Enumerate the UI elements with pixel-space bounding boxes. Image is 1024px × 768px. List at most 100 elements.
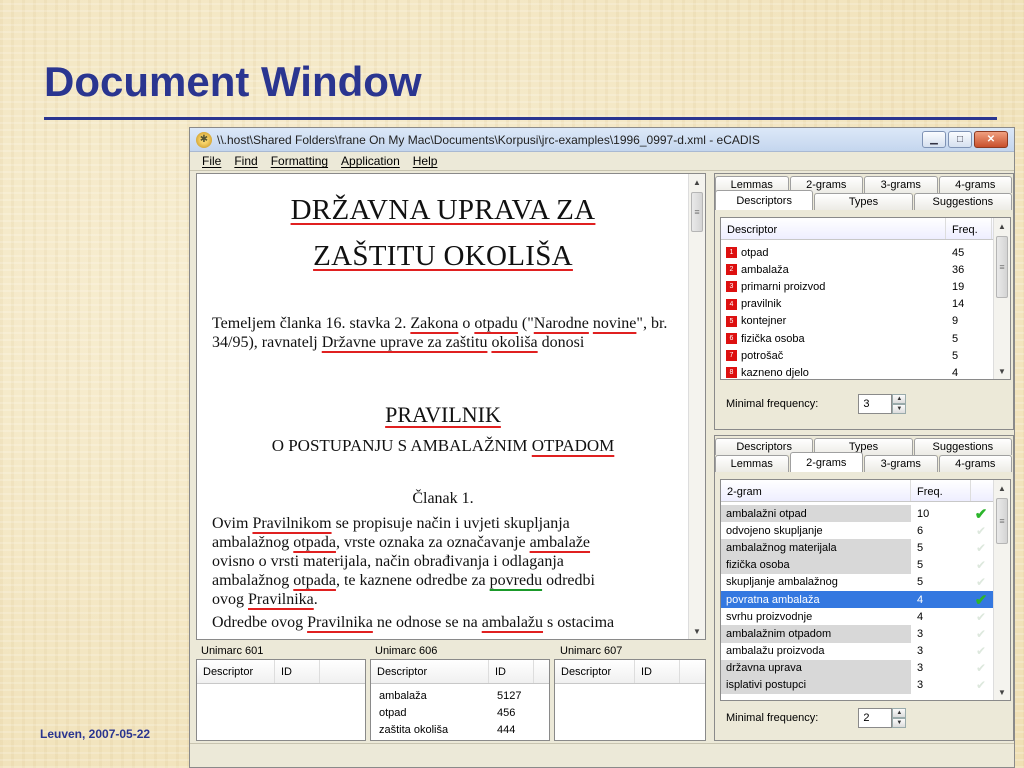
bottom-minfreq-spinner[interactable]: 2 ▲ ▼	[858, 708, 907, 728]
spin-up-icon[interactable]: ▲	[892, 394, 907, 404]
col-freq[interactable]: Freq.	[946, 218, 992, 239]
list-item[interactable]: 5 kontejner 9	[721, 313, 1010, 330]
col-id[interactable]: ID	[275, 660, 320, 683]
document-scrollbar[interactable]: ▲ ≡ ▼	[688, 174, 705, 639]
scroll-thumb[interactable]: ≡	[996, 236, 1008, 298]
list-item[interactable]: ambalažnim otpadom 3 ✔	[721, 625, 1010, 643]
list-item[interactable]: povratna ambalaža 4 ✔	[721, 590, 1010, 609]
maximize-button[interactable]: □	[948, 131, 972, 148]
table-row[interactable]: ambalaža 5127	[371, 687, 549, 704]
top-minfreq: Minimal frequency: 3 ▲ ▼	[726, 394, 907, 414]
col-descriptor[interactable]: Descriptor	[555, 660, 635, 683]
menu-help[interactable]: Help	[413, 154, 438, 168]
checkmark-icon[interactable]: ✔	[971, 575, 991, 589]
menu-formatting[interactable]: Formatting	[271, 154, 328, 168]
window-titlebar[interactable]: ✱ \\.host\Shared Folders\frane On My Mac…	[190, 128, 1014, 152]
checkmark-icon[interactable]: ✔	[971, 558, 991, 572]
checkmark-icon[interactable]: ✔	[971, 627, 991, 641]
tab-4-grams[interactable]: 4-grams	[938, 176, 1012, 193]
tab-3-grams[interactable]: 3-grams	[864, 455, 938, 472]
descriptor-list[interactable]: Descriptor Freq. 1 otpad 45 2 ambalaža 36 3 prim…	[720, 217, 1011, 380]
list-item[interactable]: svrhu proizvodnje 4 ✔	[721, 608, 1010, 625]
scroll-thumb[interactable]: ≡	[996, 498, 1008, 544]
spin-down-icon[interactable]: ▼	[892, 404, 907, 414]
menu-find[interactable]: Find	[234, 154, 257, 168]
list-item[interactable]: ambalažnog materijala 5 ✔	[721, 539, 1010, 557]
list-item[interactable]: ambalažni otpad 10 ✔	[721, 505, 1010, 523]
col-descriptor[interactable]: Descriptor	[371, 660, 489, 683]
col-descriptor[interactable]: Descriptor	[197, 660, 275, 683]
tab-4-grams[interactable]: 4-grams	[938, 455, 1012, 472]
list-item[interactable]: 1 otpad 45	[721, 244, 1010, 261]
top-minfreq-input[interactable]: 3	[858, 394, 893, 414]
scroll-up-icon[interactable]: ▲	[994, 480, 1010, 496]
checkmark-icon[interactable]: ✔	[971, 661, 991, 675]
list-item[interactable]: državna uprava 3 ✔	[721, 659, 1010, 677]
menu-application[interactable]: Application	[341, 154, 400, 168]
menu-file[interactable]: File	[202, 154, 221, 168]
col-freq[interactable]: Freq.	[911, 480, 971, 501]
table-row[interactable]: zaštita okoliša 444	[371, 721, 549, 738]
close-button[interactable]: ✕	[974, 131, 1008, 148]
minimize-button[interactable]: ▁	[922, 131, 946, 148]
list-item[interactable]: 2 ambalaža 36	[721, 261, 1010, 278]
col-id[interactable]: ID	[489, 660, 534, 683]
scroll-thumb[interactable]: ≡	[691, 192, 703, 232]
unimarc607-label: Unimarc 607	[560, 644, 623, 657]
scroll-down-icon[interactable]: ▼	[994, 684, 1010, 700]
list-item[interactable]: 7 potrošač 5	[721, 347, 1010, 364]
list-item[interactable]: skupljanje ambalažnog 5 ✔	[721, 574, 1010, 591]
list-item[interactable]: ambalažu proizvoda 3 ✔	[721, 643, 1010, 660]
checkmark-icon[interactable]: ✔	[971, 644, 991, 658]
list-item[interactable]: 6 fizička osoba 5	[721, 330, 1010, 347]
tab-2-grams[interactable]: 2-grams	[789, 452, 863, 472]
col-2gram[interactable]: 2-gram	[721, 480, 911, 501]
col-id[interactable]: ID	[635, 660, 680, 683]
spin-up-icon[interactable]: ▲	[892, 708, 907, 718]
list-item[interactable]: fizička osoba 5 ✔	[721, 556, 1010, 574]
scroll-down-icon[interactable]: ▼	[994, 363, 1010, 379]
tab-suggestions[interactable]: Suggestions	[913, 438, 1012, 455]
list-item[interactable]: 4 pravilnik 14	[721, 296, 1010, 313]
list-item[interactable]: odvojeno skupljanje 6 ✔	[721, 522, 1010, 539]
tab-types[interactable]: Types	[814, 193, 913, 210]
ecadis-window: ✱ \\.host\Shared Folders\frane On My Mac…	[189, 127, 1015, 768]
checkmark-icon[interactable]: ✔	[971, 610, 991, 624]
descriptor-list-scrollbar[interactable]: ▲ ≡ ▼	[993, 218, 1010, 379]
document-view[interactable]: DRŽAVNA UPRAVA ZA ZAŠTITU OKOLIŠA Temelj…	[196, 173, 706, 640]
ngram-list-scrollbar[interactable]: ▲ ≡ ▼	[993, 480, 1010, 700]
status-bar	[190, 743, 1014, 767]
list-item[interactable]: isplativi postupci 3 ✔	[721, 676, 1010, 695]
ngrams-panel: Descriptors Types Suggestions Lemmas 2-gram…	[714, 435, 1014, 741]
tab-descriptors[interactable]: Descriptors	[715, 190, 814, 210]
bottom-minfreq-input[interactable]: 2	[858, 708, 893, 728]
scroll-up-icon[interactable]: ▲	[689, 174, 705, 190]
checkmark-icon[interactable]: ✔	[971, 678, 991, 692]
table-row[interactable]: otpad 456	[371, 704, 549, 721]
checkmark-icon[interactable]: ✔	[971, 541, 991, 555]
unimarc601-table[interactable]: Descriptor ID	[196, 659, 366, 741]
descriptor-rank-badge: 8	[726, 367, 737, 379]
title-rule	[44, 117, 997, 120]
unimarc607-table[interactable]: Descriptor ID	[554, 659, 706, 741]
descriptor-rank-badge: 6	[726, 333, 737, 345]
tab-3-grams[interactable]: 3-grams	[864, 176, 938, 193]
document-content: DRŽAVNA UPRAVA ZA ZAŠTITU OKOLIŠA Temelj…	[197, 174, 689, 639]
col-descriptor[interactable]: Descriptor	[721, 218, 946, 239]
checkmark-icon[interactable]: ✔	[971, 591, 991, 609]
checkmark-icon[interactable]: ✔	[971, 524, 991, 538]
scroll-down-icon[interactable]: ▼	[689, 623, 705, 639]
tab-lemmas[interactable]: Lemmas	[715, 455, 789, 472]
list-item[interactable]: 3 primarni proizvod 19	[721, 278, 1010, 295]
tab-suggestions[interactable]: Suggestions	[913, 193, 1012, 210]
spin-down-icon[interactable]: ▼	[892, 718, 907, 728]
ngram-list[interactable]: 2-gram Freq. ambalažni otpad 10 ✔ odvojeno s…	[720, 479, 1011, 701]
scroll-up-icon[interactable]: ▲	[994, 218, 1010, 234]
top-minfreq-spinner[interactable]: 3 ▲ ▼	[858, 394, 907, 414]
checkmark-icon[interactable]: ✔	[971, 505, 991, 523]
descriptor-rank-badge: 1	[726, 247, 737, 259]
app-icon: ✱	[196, 131, 212, 148]
descriptor-rank-badge: 4	[726, 298, 737, 310]
unimarc606-table[interactable]: Descriptor ID ambalaža 5127 otpad 456 zaštita…	[370, 659, 550, 741]
list-item[interactable]: 8 kazneno djelo 4	[721, 364, 1010, 379]
